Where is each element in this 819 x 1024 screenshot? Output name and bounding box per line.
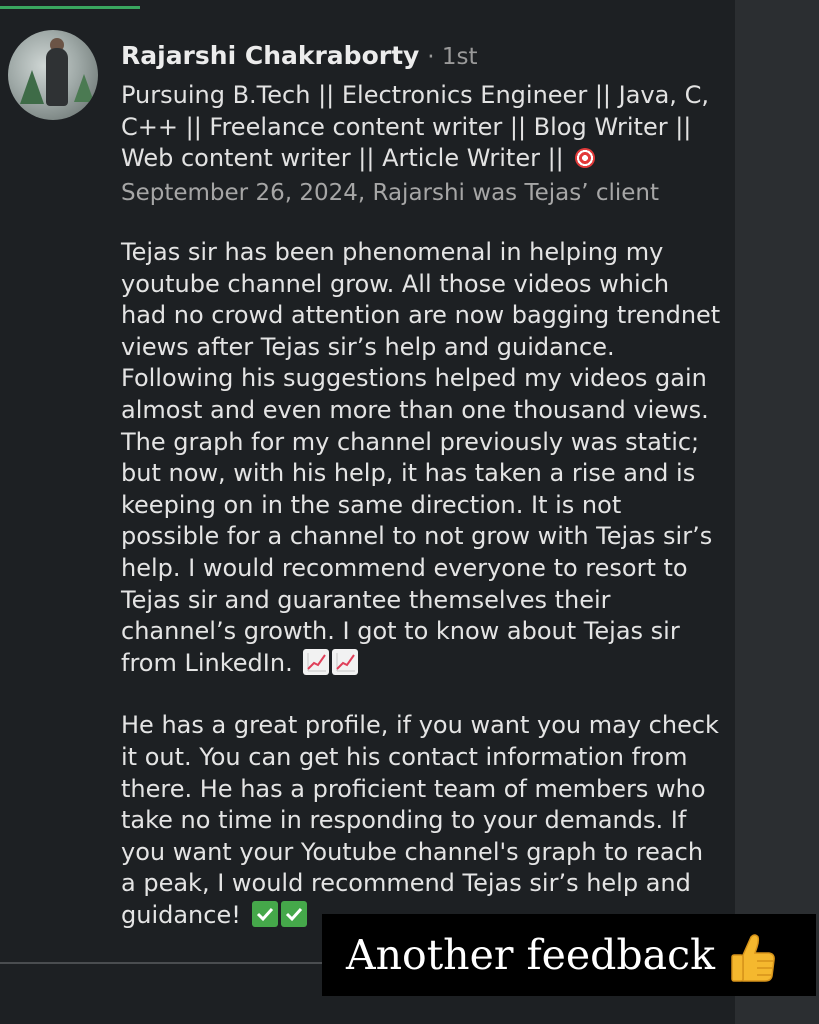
- bottom-divider: [0, 962, 322, 964]
- chart-increasing-icon: [303, 648, 330, 675]
- profile-headline: Pursuing B.Tech || Electronics Engineer …: [121, 80, 721, 175]
- avatar-tree-shape: [20, 70, 44, 104]
- recommendation-meta: September 26, 2024, Rajarshi was Tejas’ …: [121, 180, 660, 206]
- check-mark-icon: [251, 900, 278, 927]
- target-icon: [575, 148, 596, 169]
- recommendation-paragraph-1: Tejas sir has been phenomenal in helping…: [121, 237, 721, 679]
- right-panel-strip: [735, 0, 819, 1024]
- avatar-person-shape: [46, 48, 68, 106]
- avatar[interactable]: [8, 30, 98, 120]
- avatar-tree-shape-2: [74, 74, 94, 102]
- thumbs-up-icon: [729, 931, 777, 983]
- top-accent-line: [0, 6, 140, 9]
- caption-overlay: Another feedback: [322, 914, 816, 996]
- headline-text: Pursuing B.Tech || Electronics Engineer …: [121, 81, 709, 173]
- paragraph-1-text: Tejas sir has been phenomenal in helping…: [121, 238, 721, 677]
- profile-name[interactable]: Rajarshi Chakraborty: [121, 41, 419, 70]
- caption-text: Another feedback: [346, 931, 715, 979]
- name-line: Rajarshi Chakraborty · 1st: [121, 40, 478, 73]
- recommendation-body: Tejas sir has been phenomenal in helping…: [121, 237, 721, 931]
- check-mark-icon: [280, 900, 307, 927]
- chart-increasing-icon: [332, 648, 359, 675]
- paragraph-2-text: He has a great profile, if you want you …: [121, 711, 719, 929]
- recommendation-paragraph-2: He has a great profile, if you want you …: [121, 710, 721, 931]
- connection-degree: · 1st: [427, 44, 478, 70]
